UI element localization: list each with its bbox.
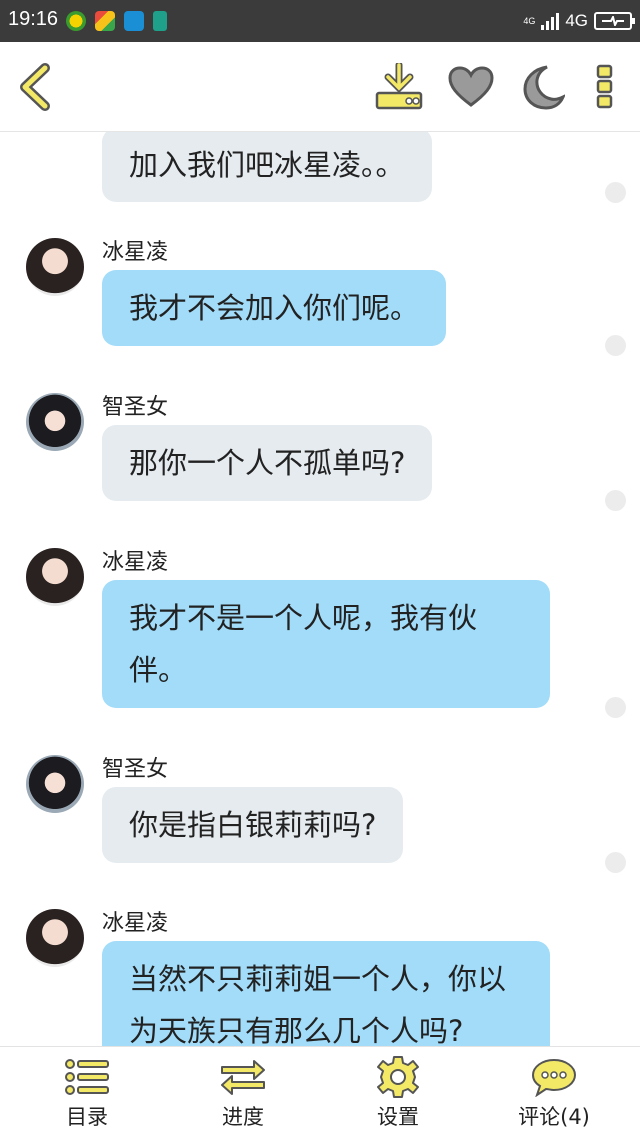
battery-icon — [594, 12, 635, 30]
sender-name: 冰星凌 — [102, 550, 169, 575]
download-button[interactable] — [374, 62, 424, 112]
comment-icon — [531, 1058, 577, 1097]
nav-progress[interactable]: 进度 — [188, 1055, 298, 1135]
list-icon — [65, 1059, 109, 1095]
signal-icon — [541, 12, 560, 30]
message-bubble[interactable]: 我才不会加入你们呢。 — [102, 270, 447, 346]
message-text: 加入我们吧冰星凌。。 — [129, 148, 405, 182]
avatar[interactable] — [26, 548, 84, 606]
app-plus-icon — [66, 11, 86, 31]
message-text-line: 伴。 — [129, 653, 188, 687]
chevron-left-icon — [20, 63, 50, 111]
message-text: 那你一个人不孤单吗? — [129, 446, 406, 480]
message-bubble[interactable]: 加入我们吧冰星凌。。 — [102, 132, 432, 202]
moon-icon — [523, 65, 565, 110]
avatar[interactable] — [26, 909, 84, 967]
chat-list[interactable]: 加入我们吧冰星凌。。 冰星凌 我才不会加入你们呢。 智圣女 那你一个人不孤单吗?… — [0, 132, 640, 1046]
nav-catalog[interactable]: 目录 — [32, 1055, 142, 1135]
chat-message: 加入我们吧冰星凌。。 — [0, 132, 640, 203]
message-bubble[interactable]: 那你一个人不孤单吗? — [102, 425, 433, 501]
sender-name: 智圣女 — [102, 757, 169, 782]
read-indicator-dot — [605, 697, 626, 718]
nav-label: 设置 — [377, 1105, 419, 1129]
read-indicator-dot — [605, 182, 626, 203]
nav-label: 目录 — [66, 1105, 108, 1129]
app-colorful-icon — [95, 11, 115, 31]
message-text-line: 我才不是一个人呢，我有伙 — [129, 601, 478, 635]
message-text: 你是指白银莉莉吗? — [129, 808, 377, 842]
more-button[interactable] — [580, 62, 630, 112]
nav-label: 评论(4) — [518, 1105, 590, 1129]
sender-name: 智圣女 — [102, 395, 169, 420]
avatar[interactable] — [26, 238, 84, 296]
gear-icon — [377, 1056, 419, 1098]
reader-toolbar — [0, 42, 640, 132]
avatar[interactable] — [26, 755, 84, 813]
status-bar: 19:16 4G 4G — [0, 0, 640, 42]
network-label: 4G — [565, 11, 588, 30]
read-indicator-dot — [605, 852, 626, 873]
night-mode-button[interactable] — [518, 62, 568, 112]
swap-arrows-icon — [221, 1060, 265, 1095]
bottom-nav: 目录 进度 设置 评论(4) — [0, 1046, 640, 1138]
favorite-button[interactable] — [446, 62, 496, 112]
heart-icon — [448, 66, 494, 107]
back-button[interactable] — [10, 62, 60, 112]
message-text-line: 当然不只莉莉姐一个人，你以 — [129, 962, 507, 996]
message-bubble[interactable]: 当然不只莉莉姐一个人，你以 为天族只有那么几个人吗? — [102, 941, 550, 1046]
nav-label: 进度 — [222, 1105, 264, 1129]
network-small-label: 4G — [523, 15, 536, 26]
lock-icon — [153, 11, 167, 31]
nav-settings[interactable]: 设置 — [343, 1055, 453, 1135]
scan-icon — [124, 11, 144, 31]
status-time: 19:16 — [8, 8, 59, 30]
read-indicator-dot — [605, 335, 626, 356]
message-text: 我才不会加入你们呢。 — [129, 291, 420, 325]
nav-comments[interactable]: 评论(4) — [499, 1055, 609, 1135]
message-bubble[interactable]: 我才不是一个人呢，我有伙 伴。 — [102, 580, 550, 708]
sender-name: 冰星凌 — [102, 240, 169, 265]
sender-name: 冰星凌 — [102, 911, 169, 936]
download-icon — [375, 63, 423, 110]
message-text-line: 为天族只有那么几个人吗? — [129, 1014, 464, 1046]
more-vertical-icon — [596, 64, 613, 109]
read-indicator-dot — [605, 490, 626, 511]
avatar[interactable] — [26, 393, 84, 451]
message-bubble[interactable]: 你是指白银莉莉吗? — [102, 787, 404, 863]
